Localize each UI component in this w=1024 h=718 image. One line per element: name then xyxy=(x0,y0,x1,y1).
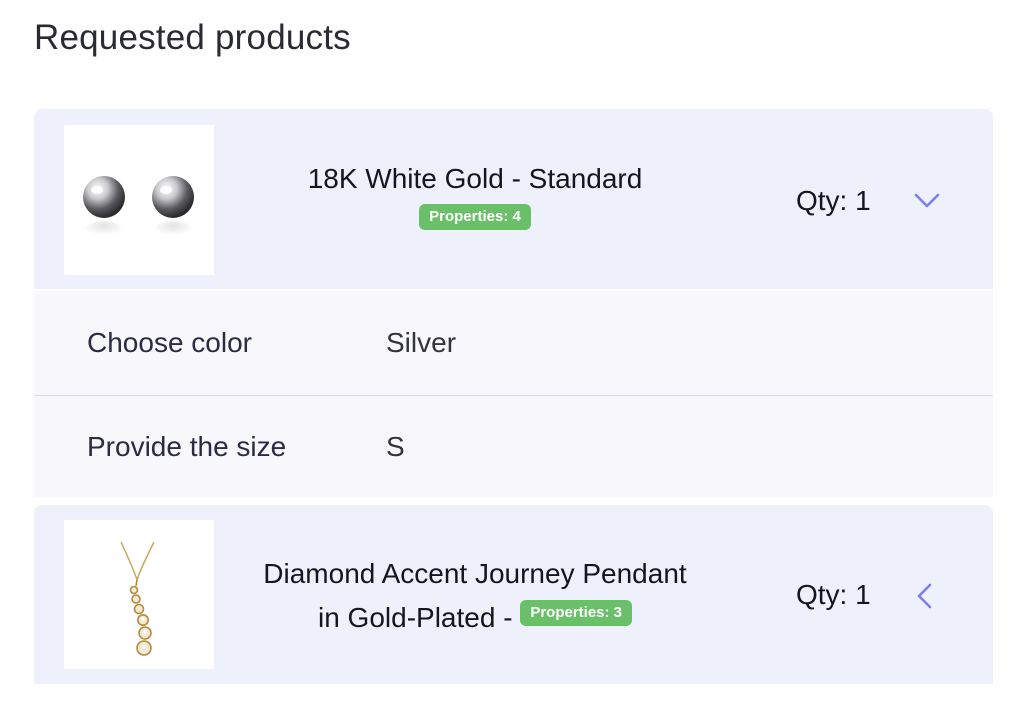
property-row: Choose color Silver xyxy=(34,291,993,395)
earrings-image xyxy=(83,176,194,237)
product-name: Diamond Accent Journey Pendant in Gold-P… xyxy=(230,552,720,640)
product-thumbnail[interactable] xyxy=(64,520,214,669)
product-name-line-1: Diamond Accent Journey Pendant xyxy=(263,558,687,589)
product-name: 18K White Gold - Standard xyxy=(307,163,643,194)
product-thumbnail[interactable] xyxy=(64,125,214,275)
page-title: Requested products xyxy=(34,18,351,57)
properties-badge: Properties: 4 xyxy=(419,204,531,230)
product-properties-panel: Choose color Silver Provide the size S xyxy=(34,291,993,497)
property-label: Provide the size xyxy=(87,430,287,462)
quantity-label: Qty: 1 xyxy=(796,579,871,610)
property-label: Choose color xyxy=(87,327,252,358)
quantity-label: Qty: 1 xyxy=(796,185,871,216)
chevron-down-icon[interactable] xyxy=(910,184,944,218)
property-value: Silver xyxy=(386,327,457,358)
properties-badge: Properties: 3 xyxy=(520,599,633,626)
chevron-left-icon[interactable] xyxy=(908,579,942,613)
product-name-line-2: in Gold-Plated - xyxy=(317,602,513,633)
product-card[interactable]: Diamond Accent Journey Pendant in Gold-P… xyxy=(34,505,993,684)
pendant-image xyxy=(120,541,155,656)
product-card[interactable]: 18K White Gold - Standard Properties: 4 … xyxy=(34,109,993,289)
property-value: S xyxy=(386,430,405,462)
property-row: Provide the size S xyxy=(34,395,993,497)
